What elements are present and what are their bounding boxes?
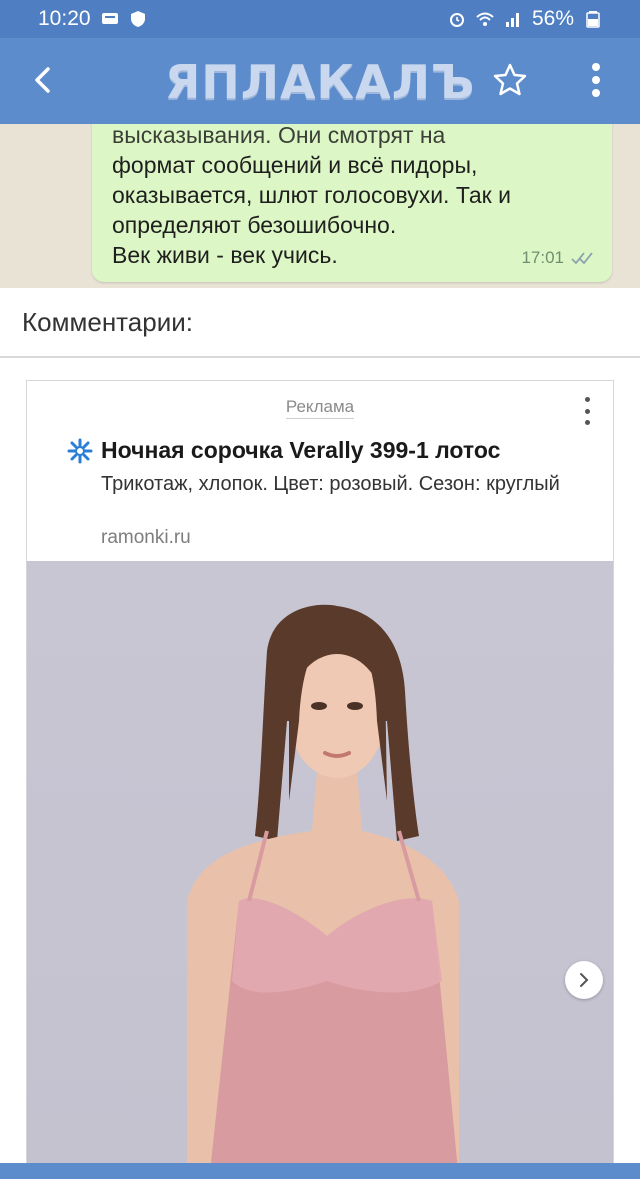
post-image: высказывания. Они смотрят на формат сооб… [0,124,640,288]
product-photo [187,604,459,1178]
signal-icon [505,13,519,27]
message-time: 17:01 [521,248,598,268]
star-icon [493,63,527,96]
message-line: Век живи - век учись. [112,242,338,268]
ad-description: Трикотаж, хлопок. Цвет: розовый. Сезон: … [101,473,560,495]
ad-title-row[interactable]: Ночная сорочка Verally 399-1 лотос [67,437,593,464]
comments-heading: Комментарии: [0,288,640,358]
site-logo[interactable]: ЯПЛАКАЛЪ [165,52,474,112]
overflow-menu-button[interactable] [572,56,620,104]
favorite-button[interactable] [486,56,534,104]
bottom-bar [0,1163,640,1179]
wifi-icon [476,12,494,26]
notification-icon [101,13,118,24]
double-check-icon [571,252,593,265]
ad-menu-button[interactable] [575,393,599,429]
battery-percent: 56% [531,7,574,30]
ad-menu-dot [584,397,590,402]
shield-icon [130,11,145,27]
status-left: 10:20 [38,7,147,31]
alarm-icon [449,13,464,27]
ad-domain[interactable]: ramonki.ru [101,527,191,549]
message-timestamp: 17:01 [521,248,564,267]
status-right: 56% [448,7,602,31]
chevron-right-icon [580,973,589,987]
snowflake-icon [67,438,93,463]
carousel-next-button[interactable] [565,961,603,999]
ad-title[interactable]: Ночная сорочка Verally 399-1 лотос [101,437,500,464]
battery-icon [586,11,600,28]
app-bar: ЯПЛАКАЛЪ [0,38,640,124]
ad-card[interactable]: Реклама Ночная сорочка Verally 399-1 лот… [26,380,614,1179]
message-line: определяют безошибочно. [112,212,397,238]
message-line: формат сообщений и всё пидоры, [112,152,478,178]
clock: 10:20 [38,7,91,30]
back-arrow-icon [35,67,50,93]
message-line: высказывания. Они смотрят на [112,124,446,148]
message-bubble: высказывания. Они смотрят на формат сооб… [92,124,612,282]
more-vert-icon [592,63,600,97]
back-button[interactable] [20,56,68,104]
ad-label: Реклама [27,397,613,419]
ad-product-image[interactable] [27,561,613,1178]
comments-title: Комментарии: [22,306,193,337]
status-bar: 10:20 56% [0,0,640,38]
ad-menu-dot [584,408,590,414]
ad-menu-dot [584,420,590,425]
message-line: оказывается, шлют голосовухи. Так и [112,182,511,208]
